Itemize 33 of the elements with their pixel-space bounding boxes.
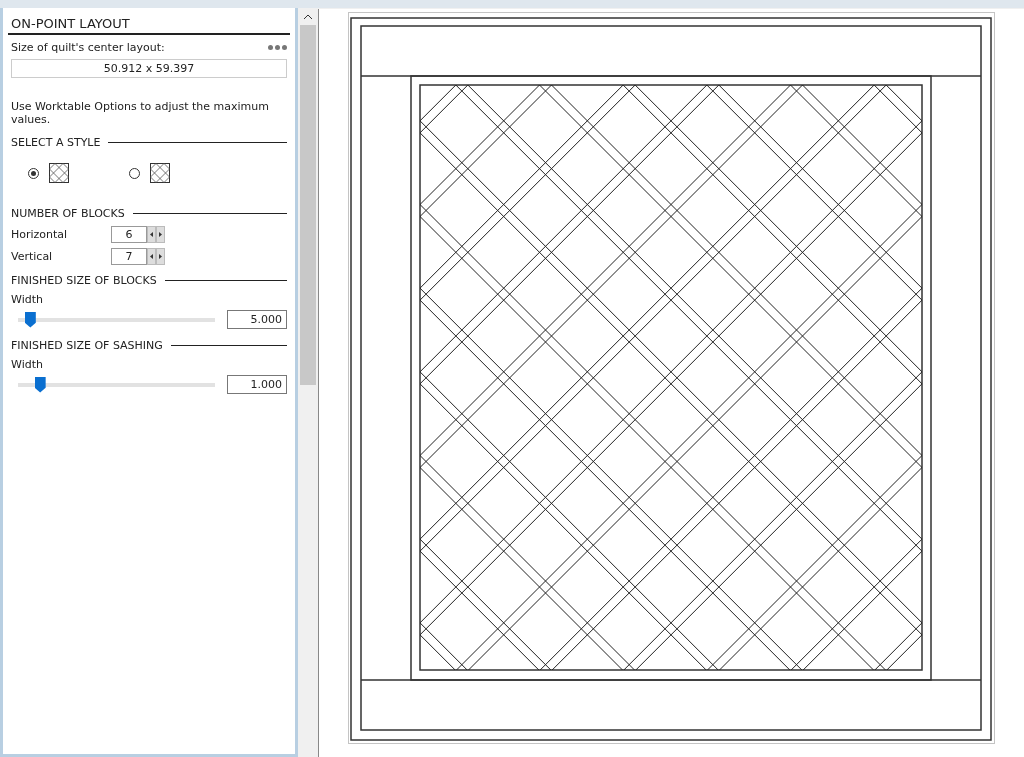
slider-label: Width (11, 358, 43, 371)
number-field[interactable]: 7 (111, 248, 147, 265)
left-arrow-icon (150, 254, 153, 259)
right-arrow-icon (159, 254, 162, 259)
section-heading: SELECT A STYLE (11, 136, 101, 149)
slider-label: Width (11, 293, 43, 306)
value-field[interactable]: 5.000 (227, 310, 287, 329)
panel-title: ON-POINT LAYOUT (8, 12, 290, 35)
decrement-button[interactable] (147, 226, 156, 243)
style-radio[interactable] (129, 167, 140, 179)
size-label: Size of quilt's center layout: (11, 41, 165, 54)
lattice-icon (150, 163, 170, 183)
right-arrow-icon (159, 232, 162, 237)
number-field[interactable]: 6 (111, 226, 147, 243)
value-field[interactable]: 1.000 (227, 375, 287, 394)
slider-thumb[interactable] (34, 376, 46, 393)
more-icon[interactable] (268, 45, 287, 50)
size-value-field: 50.912 x 59.397 (11, 59, 287, 78)
style-radio[interactable] (28, 167, 39, 179)
decrement-button[interactable] (147, 248, 156, 265)
scrollbar-thumb[interactable] (300, 25, 316, 385)
section-heading: NUMBER OF BLOCKS (11, 207, 125, 220)
increment-button[interactable] (156, 248, 165, 265)
left-arrow-icon (150, 232, 153, 237)
section-heading: FINISHED SIZE OF BLOCKS (11, 274, 157, 287)
spinner-label: Vertical (11, 250, 54, 263)
scroll-up-icon[interactable] (304, 14, 312, 19)
lattice-icon (49, 163, 69, 183)
section-heading: FINISHED SIZE OF SASHING (11, 339, 163, 352)
note-text: Use Worktable Options to adjust the maximum values. (10, 100, 270, 126)
increment-button[interactable] (156, 226, 165, 243)
spinner-label: Horizontal (11, 228, 69, 241)
slider-thumb[interactable] (24, 311, 36, 328)
